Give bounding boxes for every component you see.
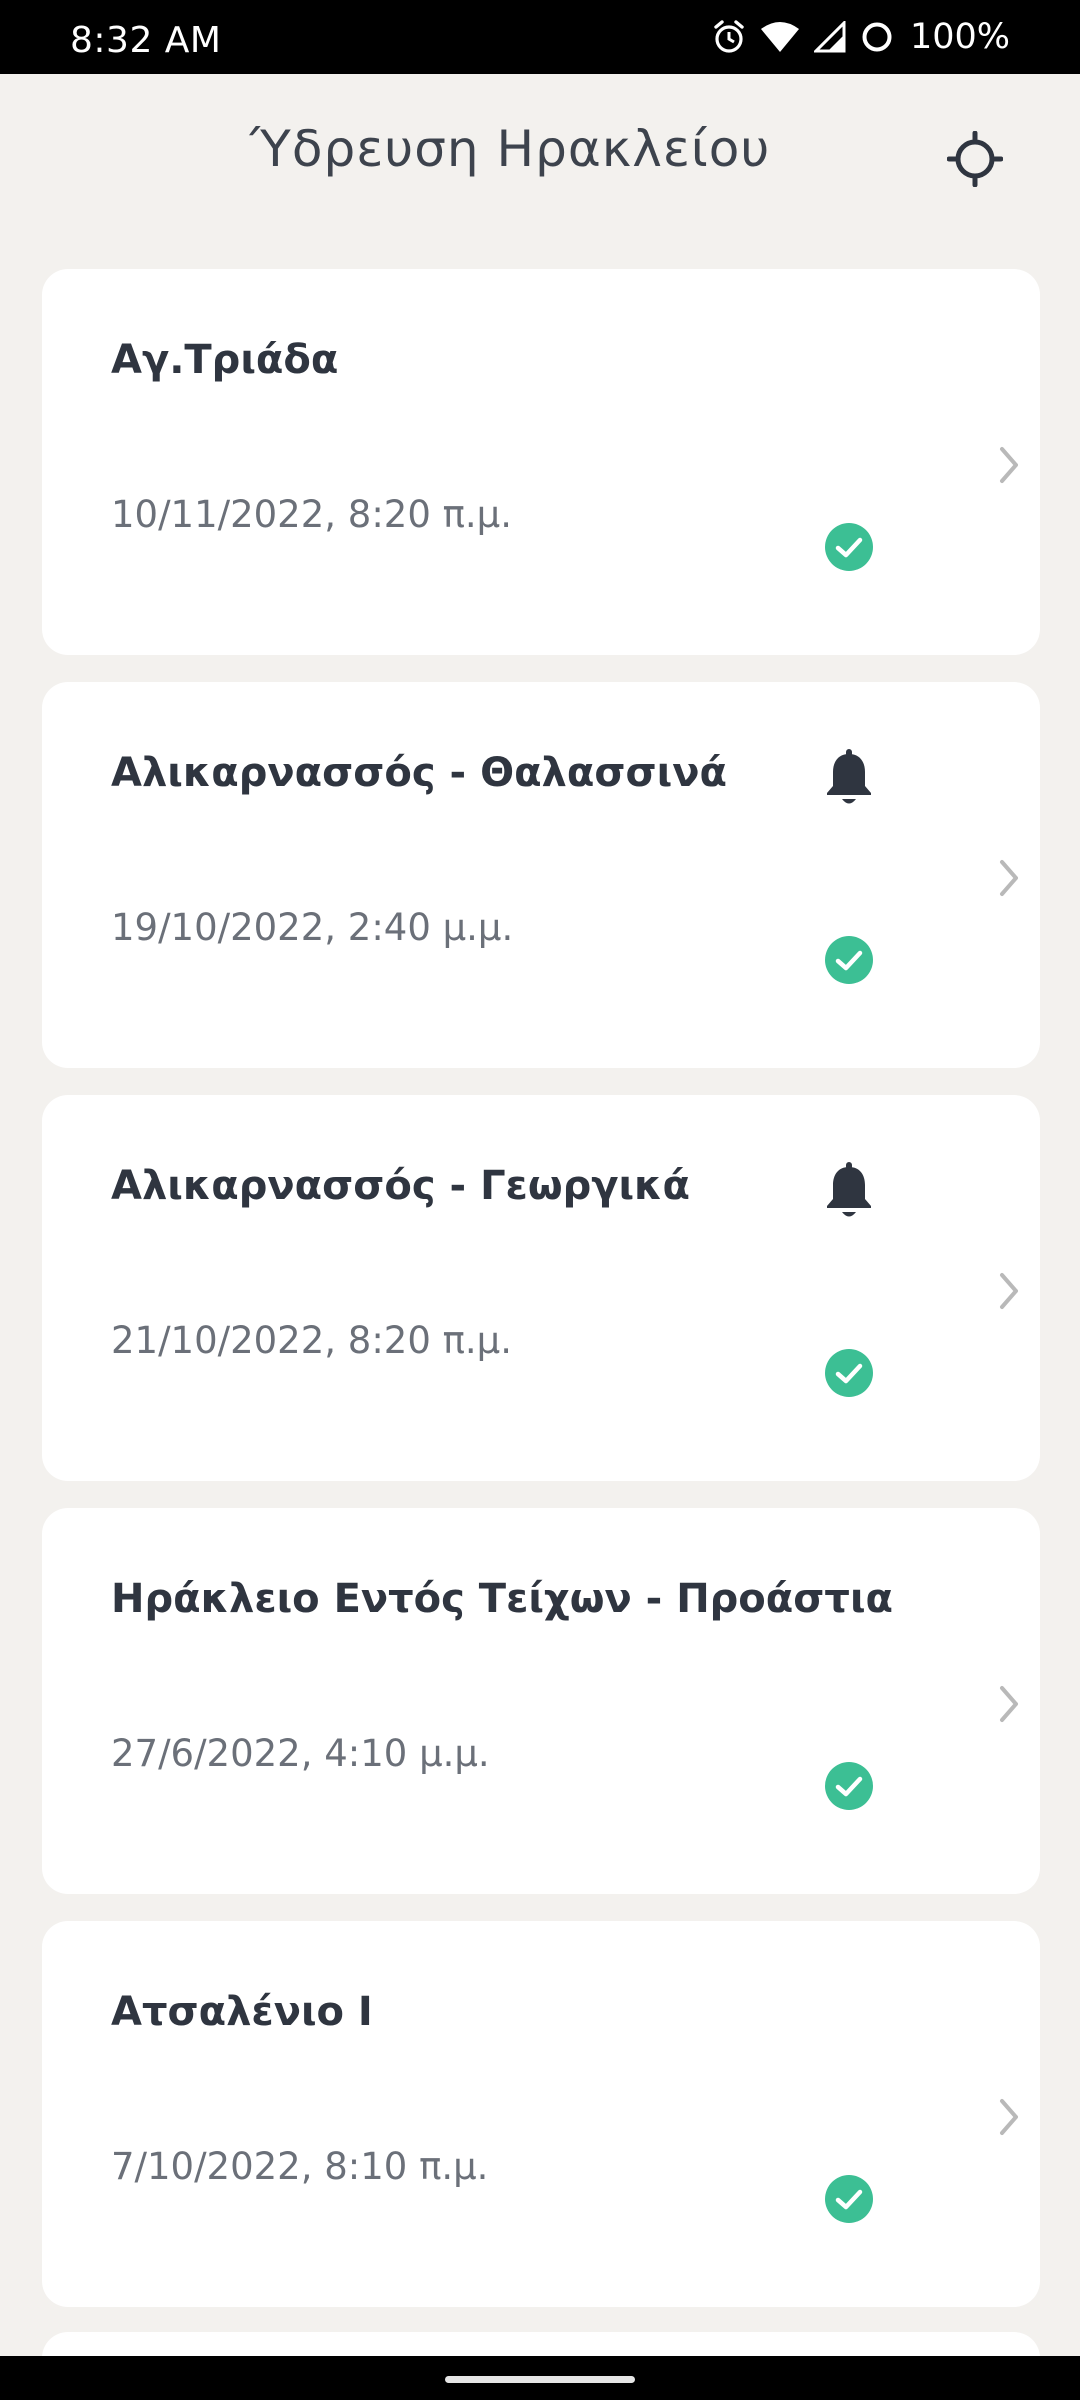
- area-card[interactable]: Αγ.Τριάδα 10/11/2022, 8:20 π.μ.: [42, 269, 1040, 655]
- bell-icon[interactable]: [822, 748, 876, 808]
- status-icons: 100%: [712, 14, 1010, 60]
- area-card[interactable]: Αλικαρνασσός - Γεωργικά 21/10/2022, 8:20 …: [42, 1095, 1040, 1481]
- navigation-bar: [0, 2356, 1080, 2400]
- check-circle-icon: [825, 1762, 873, 1810]
- area-card[interactable]: Ατσαλένιο Ι 7/10/2022, 8:10 π.μ.: [42, 1921, 1040, 2307]
- bell-icon[interactable]: [822, 1161, 876, 1221]
- check-circle-icon: [825, 523, 873, 571]
- chevron-right-icon[interactable]: [994, 1682, 1024, 1726]
- area-list: Αγ.Τριάδα 10/11/2022, 8:20 π.μ. Αλικαρνασσ…: [42, 269, 1040, 2334]
- page-title: Ύδρευση Ηρακλείου: [249, 120, 771, 178]
- crosshair-icon: [947, 131, 1003, 187]
- area-name: Ατσαλένιο Ι: [111, 1989, 373, 2035]
- signal-icon: [813, 21, 846, 53]
- battery-icon: [860, 20, 894, 54]
- area-name: Αγ.Τριάδα: [111, 337, 339, 383]
- area-name: Αλικαρνασσός - Θαλασσινά: [111, 750, 727, 796]
- check-circle-icon: [825, 936, 873, 984]
- check-circle-icon: [825, 1349, 873, 1397]
- app-header: Ύδρευση Ηρακλείου: [0, 74, 1080, 230]
- alarm-icon: [712, 19, 746, 55]
- area-date: 7/10/2022, 8:10 π.μ.: [111, 2145, 489, 2188]
- area-date: 27/6/2022, 4:10 μ.μ.: [111, 1732, 490, 1775]
- chevron-right-icon[interactable]: [994, 2095, 1024, 2139]
- area-name: Ηράκλειο Εντός Τείχων - Προάστια: [111, 1576, 894, 1622]
- wifi-icon: [760, 21, 800, 53]
- chevron-right-icon[interactable]: [994, 856, 1024, 900]
- area-name: Αλικαρνασσός - Γεωργικά: [111, 1163, 690, 1209]
- status-bar: 8:32 AM 100%: [0, 0, 1080, 74]
- area-date: 10/11/2022, 8:20 π.μ.: [111, 493, 512, 536]
- battery-percent: 100%: [909, 17, 1010, 57]
- area-card[interactable]: Αλικαρνασσός - Θαλασσινά 19/10/2022, 2:40…: [42, 682, 1040, 1068]
- chevron-right-icon[interactable]: [994, 1269, 1024, 1313]
- check-circle-icon: [825, 2175, 873, 2223]
- status-time: 8:32 AM: [70, 20, 222, 61]
- area-card[interactable]: Ηράκλειο Εντός Τείχων - Προάστια 27/6/202…: [42, 1508, 1040, 1894]
- area-date: 19/10/2022, 2:40 μ.μ.: [111, 906, 514, 949]
- area-date: 21/10/2022, 8:20 π.μ.: [111, 1319, 512, 1362]
- locate-button[interactable]: [940, 124, 1010, 194]
- home-indicator[interactable]: [445, 2376, 635, 2383]
- chevron-right-icon[interactable]: [994, 443, 1024, 487]
